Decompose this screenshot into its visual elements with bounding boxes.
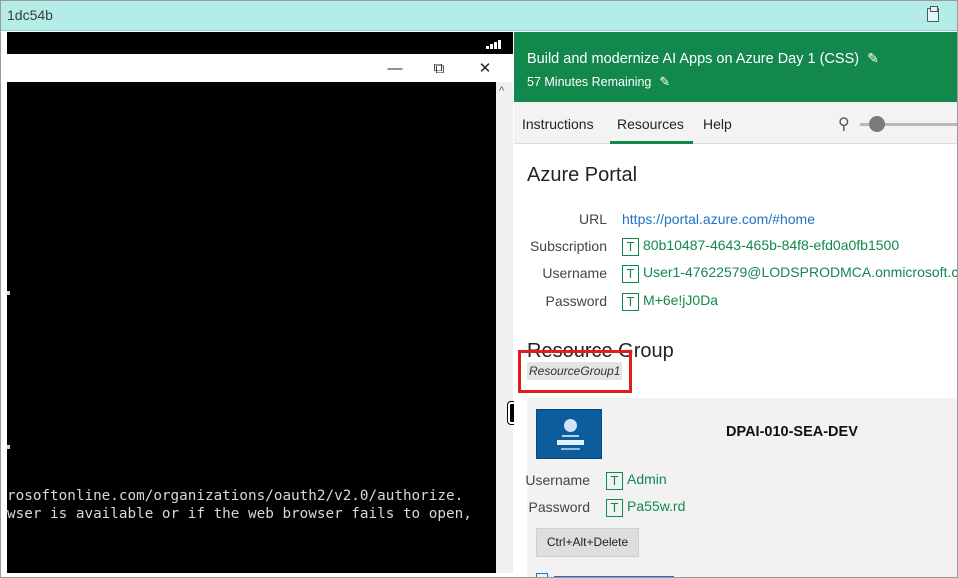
console-mark bbox=[7, 445, 10, 449]
clipboard-icon[interactable] bbox=[927, 6, 939, 22]
type-text-icon[interactable]: T bbox=[622, 265, 639, 283]
password-text: M+6e!jJ0Da bbox=[643, 292, 719, 308]
tab-help[interactable]: Help bbox=[703, 116, 732, 132]
edit-time-icon[interactable]: ✎ bbox=[659, 74, 670, 90]
zoom-slider-handle[interactable] bbox=[869, 116, 885, 132]
edit-title-icon[interactable]: ✎ bbox=[867, 50, 879, 67]
vm-card: DPAI-010-SEA-DEV Username T Admin Passwor… bbox=[525, 398, 957, 577]
portal-url-link[interactable]: https://portal.azure.com/#home bbox=[622, 211, 815, 227]
console-line: wser is available or if the web browser … bbox=[7, 506, 472, 522]
type-text-icon[interactable]: T bbox=[606, 472, 623, 490]
vm-password-text: Pa55w.rd bbox=[627, 498, 686, 514]
subscription-label: Subscription bbox=[529, 238, 607, 254]
username-label: Username bbox=[542, 265, 607, 281]
vm-password-value[interactable]: T Pa55w.rd bbox=[606, 498, 685, 517]
session-code: 1dc54b bbox=[7, 7, 53, 23]
password-label: Password bbox=[545, 293, 607, 309]
thumb-sub-bar bbox=[561, 448, 580, 450]
highlight-box bbox=[518, 350, 632, 393]
vm-username-label: Username bbox=[525, 472, 590, 488]
vm-username-value[interactable]: T Admin bbox=[606, 471, 667, 490]
console-titlebar: — ⧉ ✕ bbox=[7, 54, 513, 82]
console-mark bbox=[7, 291, 10, 295]
tab-instructions[interactable]: Instructions bbox=[522, 116, 594, 132]
lab-title: Build and modernize AI Apps on Azure Day… bbox=[527, 50, 879, 67]
lab-header: Build and modernize AI Apps on Azure Day… bbox=[514, 32, 957, 102]
top-strip: 1dc54b bbox=[1, 1, 957, 31]
maximize-button[interactable]: ⧉ bbox=[422, 56, 456, 80]
screen: 1dc54b — ⧉ ✕ rosoftonline.com/organizati… bbox=[0, 0, 958, 578]
window-icon bbox=[536, 573, 548, 577]
time-remaining-text: 57 Minutes Remaining bbox=[527, 75, 652, 89]
vm-thumbnail[interactable] bbox=[536, 409, 602, 459]
ctrl-alt-delete-button[interactable]: Ctrl+Alt+Delete bbox=[536, 528, 639, 557]
username-value[interactable]: T User1-47622579@LODSPRODMCA.onmicrosoft.… bbox=[622, 264, 958, 283]
vm-name: DPAI-010-SEA-DEV bbox=[726, 424, 858, 440]
time-remaining: 57 Minutes Remaining ✎ bbox=[527, 74, 670, 90]
username-text: User1-47622579@LODSPRODMCA.onmicrosoft.c… bbox=[643, 264, 958, 280]
zoom-search-icon[interactable]: ⚲ bbox=[838, 114, 850, 134]
signal-strength-icon bbox=[486, 40, 501, 49]
close-button[interactable]: ✕ bbox=[468, 56, 502, 80]
azure-portal-heading: Azure Portal bbox=[527, 164, 638, 186]
url-label: URL bbox=[578, 211, 607, 227]
vm-display[interactable]: — ⧉ ✕ rosoftonline.com/organizations/oau… bbox=[7, 32, 513, 573]
resources-content: Azure Portal URL https://portal.azure.co… bbox=[514, 144, 958, 577]
tab-resources[interactable]: Resources bbox=[610, 116, 693, 144]
subscription-text: 80b10487-4643-465b-84f8-efd0a0fb1500 bbox=[643, 237, 900, 253]
subscription-value[interactable]: T 80b10487-4643-465b-84f8-efd0a0fb1500 bbox=[622, 237, 899, 256]
lab-panel: Build and modernize AI Apps on Azure Day… bbox=[514, 32, 958, 577]
type-text-icon[interactable]: T bbox=[606, 499, 623, 517]
thumb-name-bar bbox=[562, 435, 579, 437]
thumb-input-bar bbox=[557, 440, 584, 445]
type-text-icon[interactable]: T bbox=[622, 238, 639, 256]
lab-tabs: Instructions Resources Help ⚲ bbox=[514, 102, 957, 144]
console-window: — ⧉ ✕ rosoftonline.com/organizations/oau… bbox=[7, 54, 513, 573]
minimize-button[interactable]: — bbox=[378, 56, 412, 80]
type-text-icon[interactable]: T bbox=[622, 293, 639, 311]
password-value[interactable]: T M+6e!jJ0Da bbox=[622, 292, 718, 311]
user-avatar-icon bbox=[564, 419, 577, 432]
console-scrollbar[interactable]: ^ bbox=[496, 82, 513, 573]
console-line: rosoftonline.com/organizations/oauth2/v2… bbox=[7, 488, 464, 504]
console-output[interactable]: rosoftonline.com/organizations/oauth2/v2… bbox=[7, 82, 496, 573]
lab-title-text: Build and modernize AI Apps on Azure Day… bbox=[527, 51, 860, 67]
switch-to-vm-link[interactable] bbox=[536, 570, 696, 577]
vm-password-label: Password bbox=[528, 499, 590, 515]
scroll-up-icon[interactable]: ^ bbox=[499, 85, 504, 97]
vm-username-text: Admin bbox=[627, 471, 667, 487]
